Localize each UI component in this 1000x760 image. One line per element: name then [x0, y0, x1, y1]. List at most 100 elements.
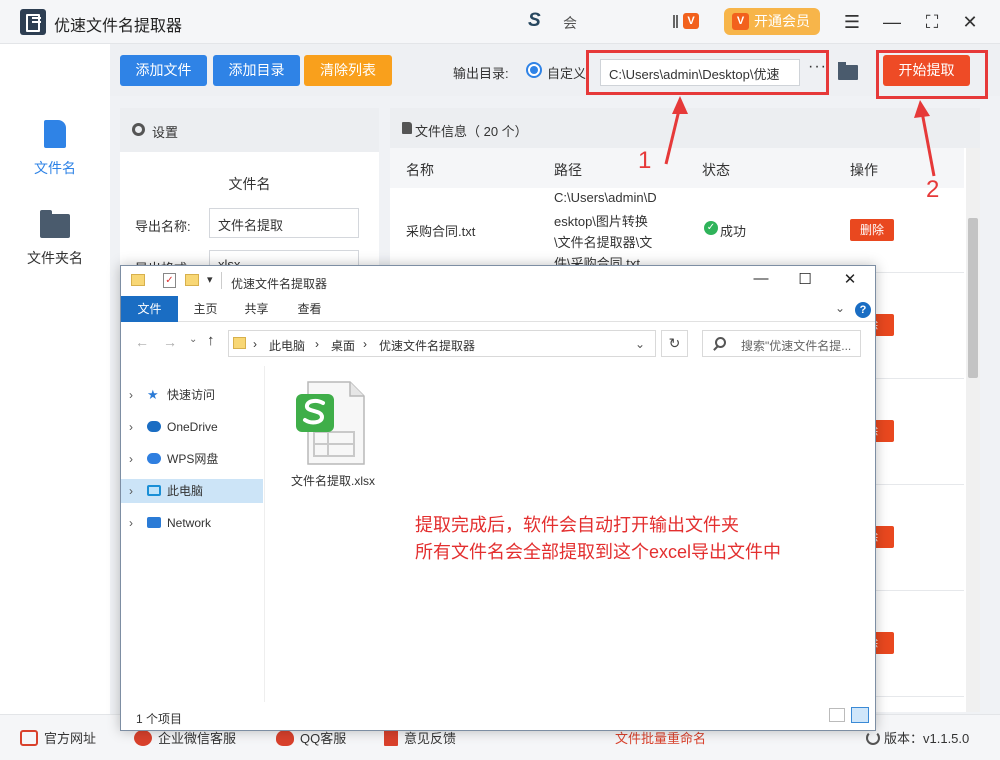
explorer-ribbon: 文件 主页 共享 查看 ⌄ ?	[121, 296, 875, 322]
export-name-input[interactable]: 文件名提取	[209, 208, 359, 238]
back-icon[interactable]: ←	[135, 334, 149, 350]
nav-quick-access[interactable]: › ★ 快速访问	[121, 383, 263, 407]
breadcrumb-separator: ›	[363, 337, 367, 351]
address-dropdown-icon[interactable]: ⌄	[635, 337, 645, 351]
help-icon[interactable]: ?	[855, 302, 871, 318]
annotation-number-1: 1	[638, 147, 652, 174]
settings-panel: 设置 文件名 导出名称: 文件名提取 导出格式: xlsx	[120, 108, 379, 280]
computer-icon	[147, 485, 161, 496]
qq-label: QQ客服	[300, 731, 347, 746]
wechat-label: 企业微信客服	[158, 731, 237, 746]
nav-label: OneDrive	[167, 420, 218, 434]
breadcrumb-separator: ›	[253, 337, 257, 351]
add-directory-button[interactable]: 添加目录	[213, 55, 300, 86]
forward-icon[interactable]: →	[163, 334, 177, 350]
scrollbar-thumb[interactable]	[968, 218, 978, 378]
open-folder-icon[interactable]	[838, 62, 858, 80]
nav-item-label: 文件夹名	[27, 250, 83, 266]
chevron-right-icon: ›	[129, 452, 133, 466]
tab-share[interactable]: 共享	[234, 296, 279, 322]
properties-icon[interactable]: ✓	[163, 273, 176, 288]
file-name-label: 文件名提取.xlsx	[291, 474, 376, 488]
nav-label: Network	[167, 516, 212, 530]
recent-dropdown-icon[interactable]: ⌄	[189, 334, 197, 345]
nav-item-foldername[interactable]: 文件夹名	[0, 204, 110, 274]
nav-wps-drive[interactable]: › WPS网盘	[121, 447, 263, 471]
settings-header: 设置	[120, 108, 379, 152]
status-text: 成功	[720, 224, 747, 239]
explorer-title: 优速文件名提取器	[231, 277, 328, 291]
nav-network[interactable]: › Network	[121, 511, 263, 535]
delete-button[interactable]: 删除	[850, 219, 894, 241]
clear-list-button[interactable]: 清除列表	[304, 55, 392, 86]
chevron-right-icon: ›	[129, 484, 133, 498]
file-name-cell: 采购合同.txt	[406, 224, 476, 239]
chevron-right-icon: ›	[129, 420, 133, 434]
file-explorer-window: ✓ ▾ 优速文件名提取器 — ☐ ✕ 文件 主页 共享 查看 ⌄ ? ← → ⌄…	[120, 265, 876, 731]
annotation-arrow-2	[914, 100, 936, 177]
column-header-action: 操作	[850, 162, 878, 178]
feedback-icon	[384, 730, 398, 746]
app-logo-icon	[20, 9, 46, 35]
output-dir-label: 输出目录:	[453, 66, 509, 81]
breadcrumb-current-folder[interactable]: 优速文件名提取器	[379, 337, 475, 354]
close-icon[interactable]: ✕	[958, 10, 982, 34]
nav-item-filename[interactable]: 文件名	[0, 114, 110, 184]
explorer-close-icon[interactable]: ✕	[838, 270, 862, 290]
settings-title: 设置	[152, 125, 179, 140]
vip-badge-icon[interactable]: V	[683, 13, 699, 29]
tab-view[interactable]: 查看	[287, 296, 332, 322]
title-bar: 优速文件名提取器 S 会 V V 开通会员 ☰ — ⛶ ✕	[0, 0, 1000, 44]
vip-button-label: 开通会员	[754, 13, 810, 29]
folder-icon	[40, 210, 70, 238]
nav-label: WPS网盘	[167, 452, 219, 466]
breadcrumb-this-pc[interactable]: 此电脑	[269, 337, 305, 354]
website-link[interactable]: 官方网址	[20, 728, 96, 747]
title-divider	[221, 272, 222, 289]
file-path-line: C:\Users\admin\D	[554, 190, 657, 205]
quick-access-dropdown-icon[interactable]: ▾	[207, 273, 213, 286]
network-icon	[147, 517, 161, 528]
search-input[interactable]: 搜索"优速文件名提...	[702, 330, 861, 357]
custom-dir-radio[interactable]	[526, 62, 542, 78]
tab-file[interactable]: 文件	[121, 296, 178, 322]
large-icons-view-icon[interactable]	[851, 707, 869, 723]
open-vip-button[interactable]: V 开通会员	[724, 8, 820, 35]
breadcrumb-separator: ›	[315, 337, 319, 351]
nav-onedrive[interactable]: › OneDrive	[121, 415, 263, 439]
explorer-maximize-icon[interactable]: ☐	[793, 270, 817, 290]
explorer-minimize-icon[interactable]: —	[749, 270, 773, 290]
note-line-1: 提取完成后，软件会自动打开输出文件夹	[415, 515, 739, 535]
website-label: 官方网址	[44, 731, 97, 746]
item-count: 1 个项目	[136, 712, 183, 726]
explorer-status-bar: 1 个项目	[121, 702, 875, 730]
address-bar[interactable]: › 此电脑 › 桌面 › 优速文件名提取器 ⌄	[228, 330, 656, 357]
nav-item-label: 文件名	[34, 160, 76, 176]
chevron-right-icon: ›	[129, 516, 133, 530]
document-icon	[402, 122, 412, 134]
scrollbar[interactable]	[966, 148, 980, 712]
ribbon-expand-icon[interactable]: ⌄	[835, 301, 845, 315]
folder-icon	[131, 274, 145, 286]
wechat-icon	[134, 730, 152, 746]
nav-this-pc[interactable]: › 此电脑	[121, 479, 263, 503]
breadcrumb-desktop[interactable]: 桌面	[331, 337, 355, 354]
menu-icon[interactable]: ☰	[840, 10, 864, 34]
up-icon[interactable]: ↑	[207, 332, 215, 349]
new-folder-icon[interactable]	[185, 274, 199, 286]
nav-label: 此电脑	[167, 484, 204, 498]
xlsx-file-icon[interactable]	[294, 380, 366, 466]
column-header-status: 状态	[702, 162, 730, 178]
wps-cloud-icon	[147, 453, 161, 464]
column-header-name: 名称	[406, 162, 434, 178]
maximize-icon[interactable]: ⛶	[920, 10, 944, 34]
tab-home[interactable]: 主页	[183, 296, 228, 322]
refresh-button[interactable]: ↻	[661, 330, 688, 357]
add-file-button[interactable]: 添加文件	[120, 55, 207, 86]
nav-label: 快速访问	[167, 388, 216, 402]
minimize-icon[interactable]: —	[880, 10, 904, 34]
search-placeholder: 搜索"优速文件名提...	[741, 339, 852, 353]
left-nav: 文件名 文件夹名	[0, 44, 110, 714]
details-view-icon[interactable]	[829, 708, 845, 722]
refresh-icon	[866, 731, 880, 745]
